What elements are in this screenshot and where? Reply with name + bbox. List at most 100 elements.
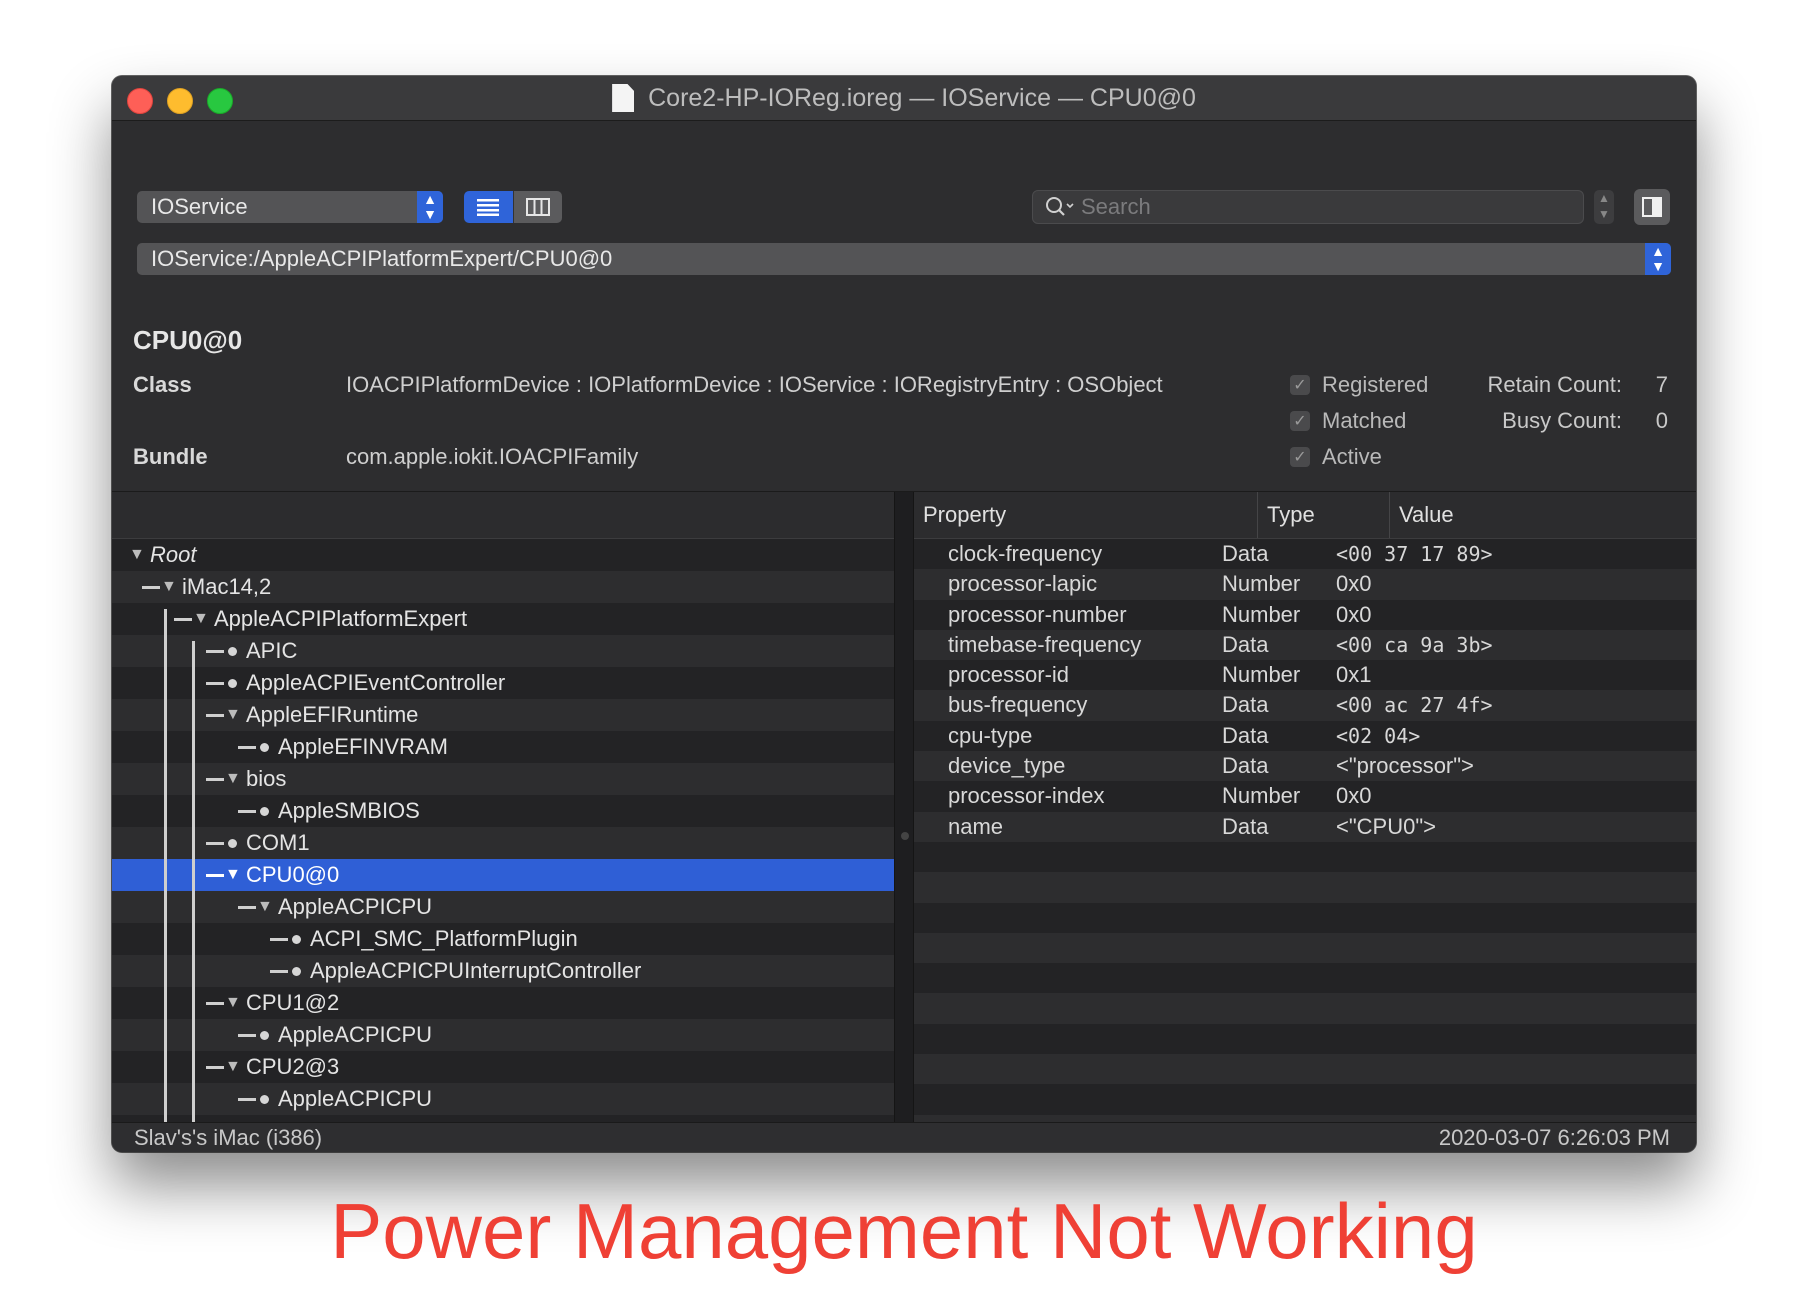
inspector-toggle-button[interactable]: [1634, 189, 1670, 225]
disclosure-triangle-icon[interactable]: ▼: [225, 859, 241, 891]
property-rows: clock-frequency Data <00 37 17 89> processo…: [914, 539, 1696, 1122]
property-value-cell: <"processor">: [1336, 753, 1474, 779]
empty-row: [914, 932, 1696, 964]
empty-row: [914, 1114, 1696, 1122]
column-header-value[interactable]: Value: [1389, 492, 1696, 538]
tree-connector: [206, 650, 224, 653]
title-bar[interactable]: Core2-HP-IOReg.ioreg — IOService — CPU0@…: [112, 76, 1696, 121]
property-value-cell: <00 ca 9a 3b>: [1336, 632, 1493, 657]
path-popup[interactable]: IOService:/AppleACPIPlatformExpert/CPU0@…: [137, 243, 1671, 275]
tree-connector: [238, 906, 256, 909]
active-checkbox: ✓ Active: [1290, 444, 1382, 470]
disclosure-triangle-icon[interactable]: ▼: [161, 571, 177, 603]
tree-row[interactable]: ▼ CPU1@2: [112, 987, 894, 1019]
disclosure-triangle-icon[interactable]: ▼: [225, 699, 241, 731]
tree-row[interactable]: APIC: [112, 635, 894, 667]
divider-handle[interactable]: [901, 832, 909, 840]
toolbar: IOService ▲ ▼ Search ▲ ▼ IOService:/Appl…: [112, 121, 1696, 321]
property-property-cell: processor-lapic: [948, 571, 1098, 597]
window-title-text: Core2-HP-IOReg.ioreg — IOService — CPU0@…: [648, 83, 1196, 112]
tree-row[interactable]: ▼ AppleEFIRuntime: [112, 699, 894, 731]
search-stepper[interactable]: ▲ ▼: [1594, 190, 1614, 224]
tree-node-label: AppleACPICPU: [278, 1086, 433, 1111]
tree-row[interactable]: AppleEFINVRAM: [112, 731, 894, 763]
column-header-property[interactable]: Property: [914, 492, 1257, 538]
property-row[interactable]: processor-id Number 0x1: [914, 660, 1696, 691]
active-label: Active: [1322, 444, 1382, 469]
window-title: Core2-HP-IOReg.ioreg — IOService — CPU0@…: [612, 84, 1196, 113]
column-view-button[interactable]: [512, 191, 562, 223]
tree-row[interactable]: AppleACPICPU: [112, 1019, 894, 1051]
disclosure-triangle-icon[interactable]: ▼: [225, 763, 241, 795]
tree-row[interactable]: ▼ CPU2@3: [112, 1051, 894, 1083]
column-header-type[interactable]: Type: [1257, 492, 1389, 538]
minimize-button[interactable]: [167, 88, 193, 114]
split-view-divider[interactable]: [894, 492, 914, 1122]
tree-row[interactable]: ▼ bios: [112, 763, 894, 795]
tree-header: [112, 492, 894, 539]
disclosure-triangle-icon[interactable]: ▼: [257, 891, 273, 923]
tree-row[interactable]: COM1: [112, 827, 894, 859]
property-property-cell: bus-frequency: [948, 692, 1088, 718]
search-field[interactable]: Search: [1032, 190, 1584, 224]
tree-row[interactable]: ▼ CPU0@0: [112, 859, 894, 891]
disclosure-triangle-icon[interactable]: ▼: [193, 603, 209, 635]
tree-connector: [206, 874, 224, 877]
checkmark-icon: ✓: [1290, 375, 1310, 395]
property-row[interactable]: processor-number Number 0x0: [914, 599, 1696, 630]
list-view-button[interactable]: [464, 191, 513, 223]
tree-connector: [206, 1002, 224, 1005]
tree-row[interactable]: ▼ Root: [112, 539, 894, 571]
property-row[interactable]: cpu-type Data <02 04>: [914, 720, 1696, 752]
tree-row[interactable]: AppleSMBIOS: [112, 795, 894, 827]
property-row[interactable]: device_type Data <"processor">: [914, 751, 1696, 782]
disclosure-triangle-icon[interactable]: ▼: [225, 1051, 241, 1083]
tree-row[interactable]: ▼ iMac14,2: [112, 571, 894, 603]
busy-count-value: 0: [1655, 408, 1668, 433]
property-row[interactable]: bus-frequency Data <00 ac 27 4f>: [914, 690, 1696, 721]
property-row[interactable]: processor-lapic Number 0x0: [914, 569, 1696, 600]
tree-node-label: iMac14,2: [182, 574, 272, 599]
disclosure-triangle-icon[interactable]: ▼: [225, 987, 241, 1019]
tree-row[interactable]: AppleACPICPU: [112, 1083, 894, 1115]
chevron-updown-icon: ▲ ▼: [417, 191, 443, 223]
document-icon: [612, 84, 635, 112]
properties-table[interactable]: Property Type Value clock-frequency Data <…: [914, 492, 1696, 1122]
tree-row[interactable]: AppleACPIEventController: [112, 667, 894, 699]
list-icon: [477, 199, 500, 216]
tree-row[interactable]: AppleACPICPUInterruptController: [112, 955, 894, 987]
tree-node-label: CPU3@1: [246, 1115, 339, 1122]
close-button[interactable]: [127, 88, 153, 114]
zoom-button[interactable]: [207, 88, 233, 114]
tree-connector: [238, 1034, 256, 1037]
machine-name: Slav's's iMac (i386): [134, 1125, 323, 1150]
disclosure-triangle-icon[interactable]: ▼: [129, 539, 145, 571]
tree-row[interactable]: ▼ AppleACPIPlatformExpert: [112, 603, 894, 635]
tree-row[interactable]: ▼ AppleACPICPU: [112, 891, 894, 923]
disclosure-triangle-icon[interactable]: ▼: [225, 1115, 241, 1122]
retain-count-value: 7: [1655, 372, 1668, 397]
property-type-cell: Data: [1222, 753, 1269, 779]
property-property-cell: device_type: [948, 753, 1066, 779]
property-value-cell: 0x0: [1336, 571, 1372, 597]
path-label: IOService:/AppleACPIPlatformExpert/CPU0@…: [151, 246, 613, 271]
property-property-cell: clock-frequency: [948, 541, 1103, 566]
tree-guide-line: [192, 641, 195, 1122]
tree-row[interactable]: ▼ CPU3@1: [112, 1115, 894, 1122]
checkmark-icon: ✓: [1290, 447, 1310, 467]
tree-connector: [206, 842, 224, 845]
tree-connector: [206, 778, 224, 781]
registry-tree[interactable]: ▼ Root ▼ iMac14,2 ▼ AppleACPIPlatformExpert AP…: [112, 492, 894, 1122]
tree-node-label: AppleSMBIOS: [278, 798, 420, 823]
tree-row[interactable]: ACPI_SMC_PlatformPlugin: [112, 923, 894, 955]
property-row[interactable]: processor-index Number 0x0: [914, 781, 1696, 812]
plane-popup[interactable]: IOService ▲ ▼: [137, 191, 443, 223]
property-row[interactable]: name Data <"CPU0">: [914, 811, 1696, 842]
property-row[interactable]: timebase-frequency Data <00 ca 9a 3b>: [914, 629, 1696, 661]
property-value-cell: <00 ac 27 4f>: [1336, 693, 1493, 718]
leaf-node-icon: [228, 679, 237, 688]
property-value-cell: <02 04>: [1336, 723, 1421, 748]
property-type-cell: Data: [1222, 692, 1269, 718]
property-row[interactable]: clock-frequency Data <00 37 17 89>: [914, 539, 1696, 570]
tree-connector: [206, 1066, 224, 1069]
